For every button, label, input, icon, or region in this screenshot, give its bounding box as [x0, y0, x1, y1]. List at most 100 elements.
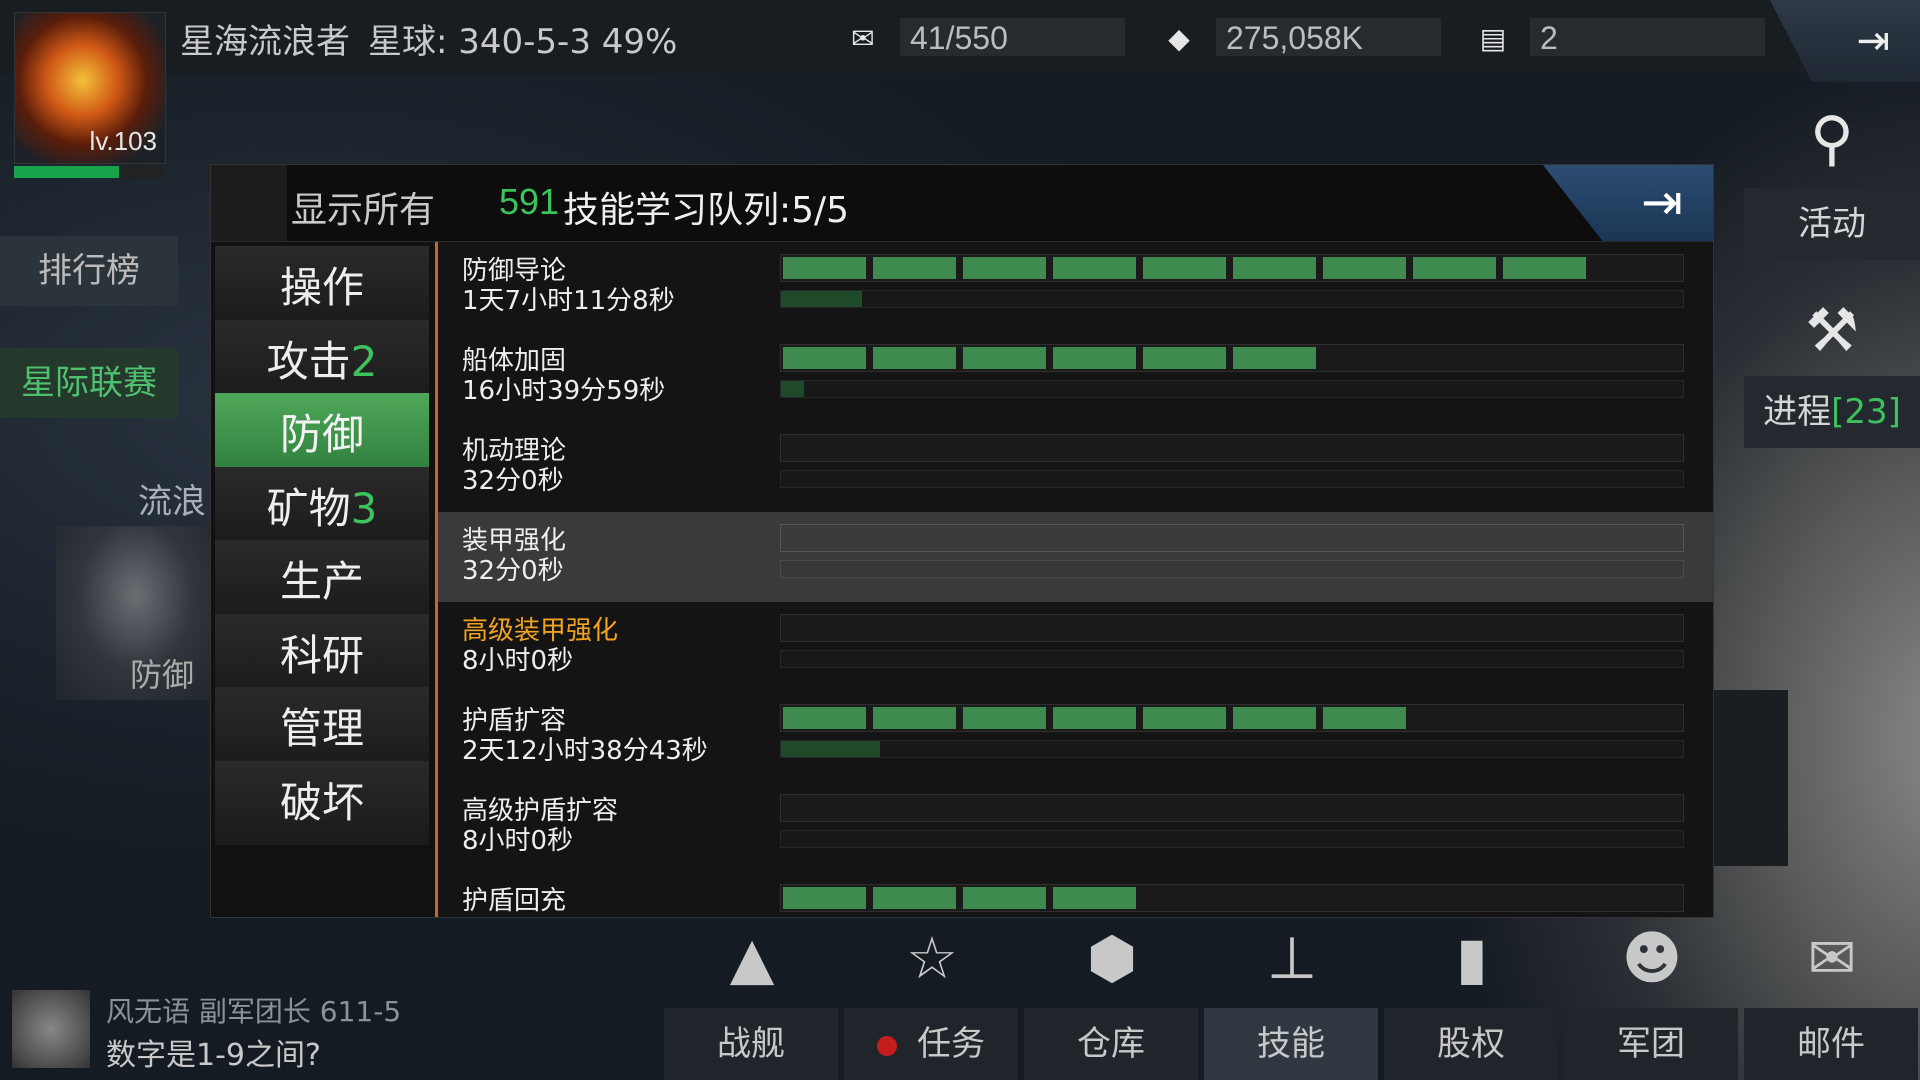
- skill-progress-fill: [781, 381, 804, 397]
- skill-row[interactable]: 护盾扩容 2天12小时38分43秒: [438, 692, 1713, 783]
- skill-row[interactable]: 高级装甲强化 8小时0秒: [438, 602, 1713, 693]
- category-tab[interactable]: 防御: [215, 393, 429, 477]
- skill-level-bar: [780, 434, 1684, 462]
- progress-button[interactable]: 进程[23]: [1744, 376, 1920, 448]
- skill-level-segment: [1143, 257, 1226, 279]
- wander-label: 流浪: [138, 482, 206, 522]
- skill-time: 8小时0秒: [462, 646, 574, 676]
- skill-row[interactable]: 护盾回充: [438, 872, 1713, 917]
- player-name: 星海流浪者: [180, 22, 350, 62]
- mail-icon[interactable]: ✉: [1782, 924, 1882, 994]
- xp-bar-fill: [14, 166, 119, 178]
- skill-level-segment: [1233, 347, 1316, 369]
- activity-button[interactable]: 活动: [1744, 188, 1920, 260]
- skill-progress-bar: [780, 650, 1684, 668]
- skill-level-segment: [1323, 707, 1406, 729]
- category-tab[interactable]: 破坏: [215, 760, 429, 845]
- xp-bar: [14, 166, 164, 178]
- category-label: 攻击: [266, 336, 351, 386]
- planet-info: 星球: 340-5-3 49%: [368, 22, 678, 62]
- header-corner: [211, 165, 287, 241]
- credits-icon: ◆: [1168, 22, 1190, 55]
- skill-level-segment: [1053, 887, 1136, 909]
- skill-row[interactable]: 防御导论 1天7小时11分8秒: [438, 242, 1713, 333]
- activity-label: 活动: [1798, 204, 1866, 244]
- category-tab[interactable]: 管理: [215, 687, 429, 771]
- chat-message[interactable]: 数字是1-9之间?: [106, 1030, 321, 1074]
- cards-icon: ▤: [1479, 22, 1507, 55]
- close-panel-button[interactable]: ⇥: [1543, 165, 1713, 241]
- chat-avatar[interactable]: [12, 990, 90, 1068]
- skill-progress-bar: [780, 830, 1684, 848]
- skill-level-segment: [1503, 257, 1586, 279]
- panel-header: 显示所有 591 技能学习队列:5/5 ⇥: [211, 165, 1713, 242]
- progress-label: 进程: [1763, 392, 1832, 432]
- nav-label: 仓库: [1077, 1024, 1145, 1064]
- nav-button[interactable]: 战舰: [664, 1008, 838, 1080]
- category-tab[interactable]: 操作: [215, 246, 429, 330]
- category-label: 管理: [279, 704, 364, 753]
- skill-level-segment: [963, 707, 1046, 729]
- category-tab[interactable]: 矿物3: [215, 466, 429, 551]
- skill-row[interactable]: 高级护盾扩容 8小时0秒: [438, 782, 1713, 873]
- category-tab[interactable]: 生产: [215, 540, 429, 624]
- skill-level-bar: [780, 254, 1684, 282]
- skill-level-segment: [1323, 257, 1406, 279]
- skill-level-segment: [963, 257, 1046, 279]
- skill-level-bar: [780, 884, 1684, 912]
- nav-label: 邮件: [1797, 1024, 1865, 1064]
- skill-level-segment: [783, 707, 866, 729]
- skill-progress-bar: [780, 740, 1684, 758]
- league-button[interactable]: 星际联赛: [0, 348, 178, 418]
- skill-progress-bar: [780, 290, 1684, 308]
- skill-time: 32分0秒: [462, 556, 564, 586]
- warehouse-icon[interactable]: ⬢: [1062, 924, 1162, 994]
- nav-button[interactable]: 邮件: [1744, 1008, 1918, 1080]
- skill-row[interactable]: 机动理论 32分0秒: [438, 422, 1713, 513]
- skill-progress-bar: [780, 380, 1684, 398]
- skill-row[interactable]: 船体加固 16小时39分59秒: [438, 332, 1713, 423]
- skill-level-segment: [873, 707, 956, 729]
- player-level: lv.103: [89, 126, 157, 156]
- ranking-button[interactable]: 排行榜: [0, 236, 178, 306]
- close-icon: ⇥: [1641, 173, 1683, 231]
- category-label: 科研: [279, 630, 364, 680]
- skill-time: 32分0秒: [462, 466, 564, 496]
- mission-icon[interactable]: ☆: [882, 924, 982, 994]
- skill-level-bar: [780, 524, 1684, 552]
- skill-time: 1天7小时11分8秒: [462, 286, 675, 316]
- category-count: 3: [350, 483, 378, 533]
- skill-level-bar: [780, 704, 1684, 732]
- show-all-button[interactable]: 显示所有: [291, 181, 435, 233]
- category-tab[interactable]: 科研: [215, 613, 429, 698]
- nav-button[interactable]: 股权: [1384, 1008, 1558, 1080]
- category-label: 破坏: [279, 777, 364, 827]
- nav-button[interactable]: 任务: [844, 1008, 1018, 1080]
- legion-icon[interactable]: ☻: [1602, 924, 1702, 994]
- skill-level-segment: [1053, 257, 1136, 279]
- skill-row[interactable]: 装甲强化 32分0秒: [438, 512, 1713, 603]
- defense-thumbnail[interactable]: 防御: [56, 526, 216, 700]
- skill-queue-status: 技能学习队列:5/5: [563, 190, 850, 231]
- skill-time: 8小时0秒: [462, 826, 574, 856]
- skill-progress-bar: [780, 560, 1684, 578]
- category-label: 操作: [279, 263, 364, 312]
- satellite-dish-icon[interactable]: ⚲: [1782, 104, 1882, 184]
- nav-button[interactable]: 军团: [1564, 1008, 1738, 1080]
- defense-thumbnail-label: 防御: [130, 656, 195, 694]
- nav-label: 战舰: [717, 1024, 785, 1064]
- skill-level-bar: [780, 614, 1684, 642]
- nav-button[interactable]: 仓库: [1024, 1008, 1198, 1080]
- credits-value: 275,058K: [1216, 18, 1441, 56]
- tools-icon[interactable]: ⚒: [1782, 296, 1882, 376]
- skill-level-segment: [1233, 257, 1316, 279]
- player-avatar[interactable]: lv.103: [14, 12, 166, 164]
- equity-chart-icon[interactable]: ▮: [1422, 924, 1522, 994]
- chat-sender: 风无语 副军团长 611-5: [106, 995, 402, 1028]
- nav-button[interactable]: 技能: [1204, 1008, 1378, 1080]
- progress-count: [23]: [1831, 392, 1901, 432]
- skill-progress-fill: [781, 741, 881, 757]
- warship-icon[interactable]: ▲: [702, 924, 802, 994]
- skill-tree-icon[interactable]: ⊥: [1242, 924, 1342, 994]
- category-tab[interactable]: 攻击2: [215, 319, 429, 404]
